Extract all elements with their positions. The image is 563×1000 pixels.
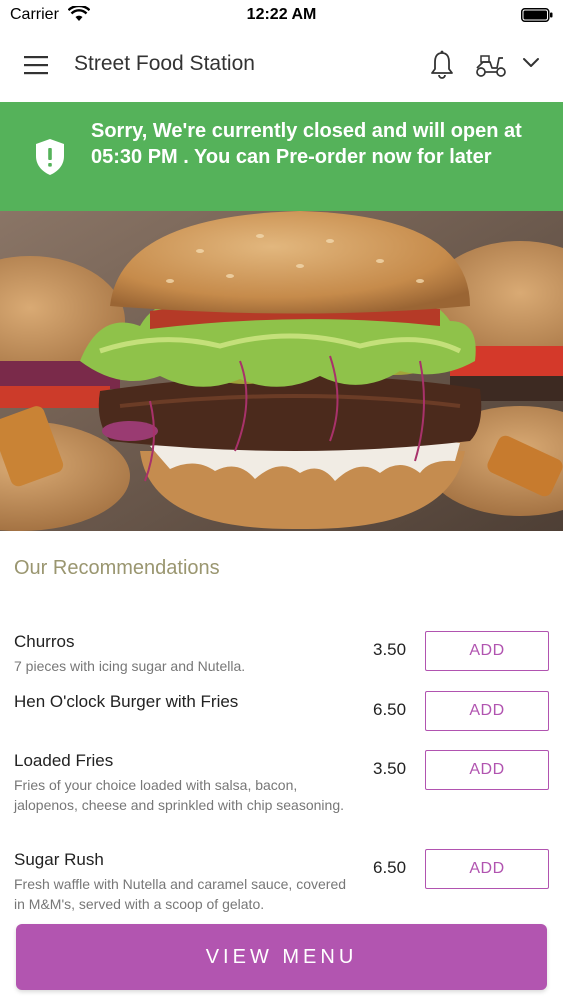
closed-notice-text: Sorry, We're currently closed and will o…	[91, 120, 522, 168]
recommendations-heading: Our Recommendations	[14, 557, 220, 579]
shield-icon	[36, 139, 64, 175]
status-time: 12:22 AM	[246, 6, 317, 23]
menu-item-sugar-rush[interactable]: Sugar Rush Fresh waffle with Nutella and…	[0, 838, 563, 918]
status-bar: Carrier 12:22 AM	[0, 0, 563, 30]
item-description: Fries of your choice loaded with salsa, …	[14, 777, 344, 813]
item-name: Hen O'clock Burger with Fries	[14, 692, 239, 711]
add-button-loaded-fries[interactable]: ADD	[425, 750, 549, 790]
menu-item-churros[interactable]: Churros 7 pieces with icing sugar and Nu…	[0, 620, 563, 680]
add-button-hen-oclock-burger[interactable]: ADD	[425, 691, 549, 731]
battery-icon	[521, 8, 553, 22]
scooter-delivery-icon[interactable]	[474, 50, 508, 80]
item-name: Loaded Fries	[14, 751, 114, 770]
item-name: Churros	[14, 632, 75, 651]
burger-photo	[0, 211, 563, 531]
app-header: Street Food Station	[0, 30, 563, 102]
page-title: Street Food Station	[74, 52, 255, 75]
item-name: Sugar Rush	[14, 850, 104, 869]
item-price: 3.50	[373, 640, 407, 659]
menu-item-loaded-fries[interactable]: Loaded Fries Fries of your choice loaded…	[0, 739, 563, 839]
hero-burger-image	[0, 211, 563, 531]
add-button-sugar-rush[interactable]: ADD	[425, 849, 549, 889]
view-menu-button[interactable]: VIEW MENU	[16, 924, 547, 990]
add-button-churros[interactable]: ADD	[425, 631, 549, 671]
hamburger-menu-icon[interactable]	[24, 54, 50, 76]
menu-item-hen-oclock-burger[interactable]: Hen O'clock Burger with Fries 6.50 ADD	[0, 680, 563, 740]
chevron-down-icon[interactable]	[522, 56, 540, 70]
item-price: 6.50	[373, 858, 407, 877]
closed-notice-banner: Sorry, We're currently closed and will o…	[0, 102, 563, 211]
item-description: Fresh waffle with Nutella and caramel sa…	[14, 876, 347, 912]
item-price: 3.50	[373, 759, 407, 778]
item-price: 6.50	[373, 700, 407, 719]
bell-icon[interactable]	[428, 50, 456, 80]
item-description: 7 pieces with icing sugar and Nutella.	[14, 658, 246, 674]
